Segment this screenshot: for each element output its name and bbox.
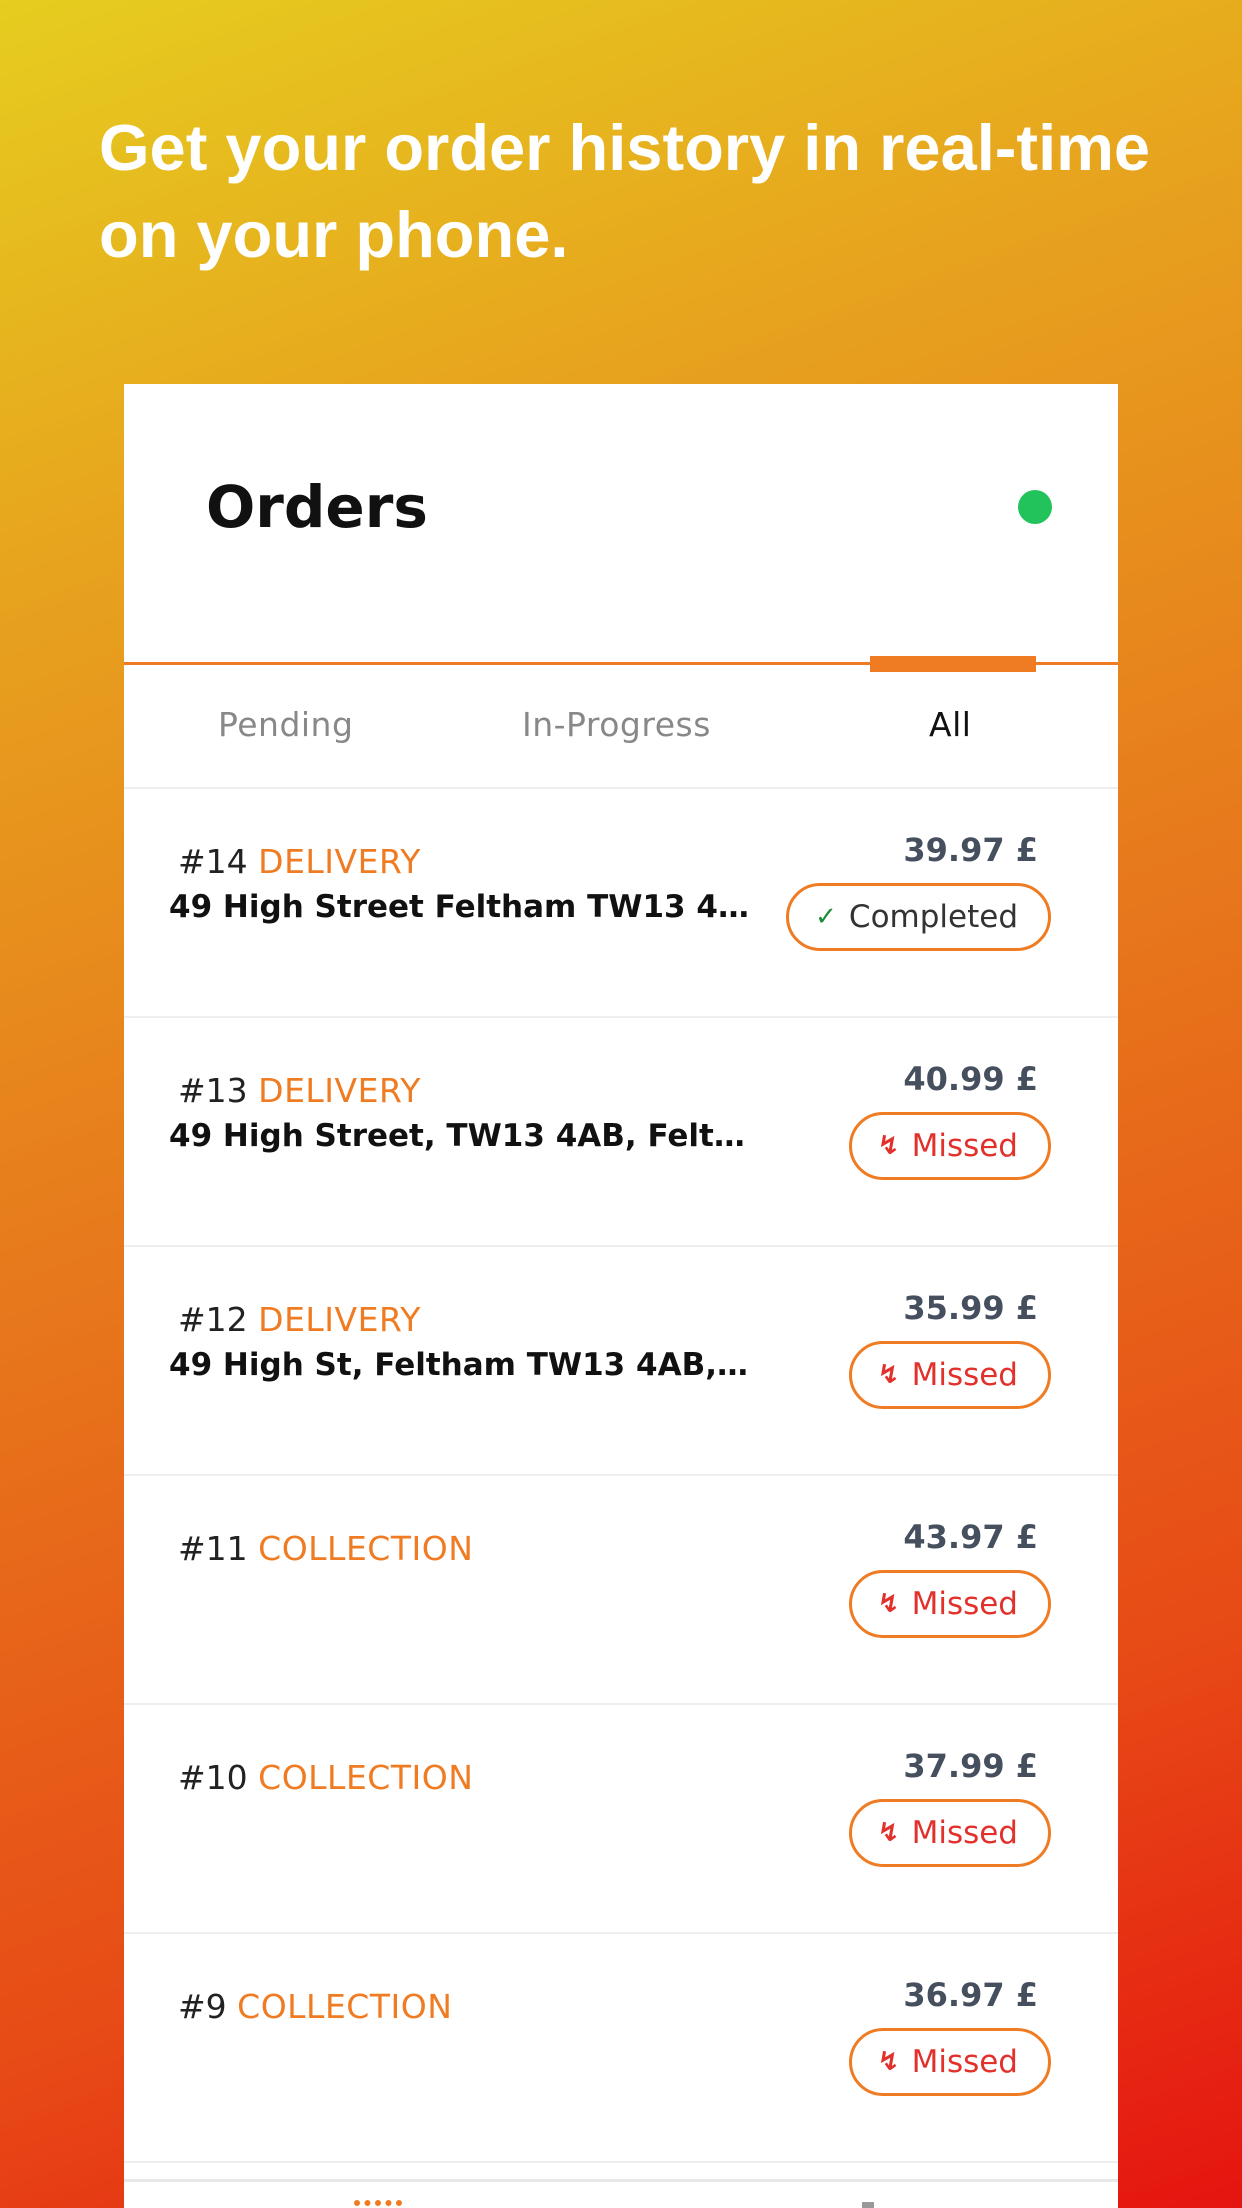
orders-header: Orders — [124, 384, 1118, 664]
status-label: Completed — [848, 899, 1018, 935]
missed-call-icon: ↯ — [877, 1589, 900, 1619]
order-heading: #9 COLLECTION — [178, 1987, 452, 2026]
order-type: COLLECTION — [258, 1758, 474, 1797]
order-price: 36.97 £ — [903, 1976, 1038, 2014]
order-number: #12 — [178, 1300, 248, 1339]
order-type: DELIVERY — [258, 1071, 421, 1110]
order-price: 35.99 £ — [903, 1289, 1038, 1327]
order-address: 49 High St, Feltham TW13 4AB,... — [169, 1347, 749, 1383]
status-badge[interactable]: ↯ Missed — [848, 1112, 1051, 1180]
status-label: Missed — [911, 2044, 1018, 2080]
status-label: Missed — [911, 1586, 1018, 1622]
order-row[interactable]: #12 DELIVERY 49 High St, Feltham TW13 4A… — [124, 1247, 1118, 1476]
order-price: 40.99 £ — [903, 1060, 1038, 1098]
order-type: DELIVERY — [258, 1300, 421, 1339]
status-label: Missed — [911, 1815, 1018, 1851]
order-type: DELIVERY — [258, 842, 421, 881]
check-icon: ✓ — [815, 902, 837, 932]
order-heading: #12 DELIVERY — [178, 1300, 421, 1339]
order-address: 49 High Street Feltham TW13 4... — [169, 889, 749, 925]
promo-headline: Get your order history in real-time on y… — [99, 111, 1151, 271]
status-badge[interactable]: ↯ Missed — [848, 1570, 1051, 1638]
order-number: #14 — [178, 842, 248, 881]
status-label: Missed — [911, 1128, 1018, 1164]
order-row[interactable]: #13 DELIVERY 49 High Street, TW13 4AB, F… — [124, 1018, 1118, 1247]
order-row[interactable]: #11 COLLECTION 43.97 £ ↯ Missed — [124, 1476, 1118, 1705]
tab-in-progress[interactable]: In-Progress — [522, 705, 711, 744]
page-title: Orders — [206, 473, 428, 541]
order-heading: #11 COLLECTION — [178, 1529, 473, 1568]
order-heading: #14 DELIVERY — [178, 842, 421, 881]
order-number: #10 — [178, 1758, 248, 1797]
status-badge[interactable]: ↯ Missed — [848, 2028, 1051, 2096]
status-badge[interactable]: ✓ Completed — [786, 883, 1051, 951]
tab-bar: Pending In-Progress All — [124, 665, 1118, 789]
order-price: 43.97 £ — [903, 1518, 1038, 1556]
order-address: 49 High Street, TW13 4AB, Felt... — [169, 1118, 749, 1154]
tab-pending[interactable]: Pending — [218, 705, 353, 744]
orders-screen: Orders Pending In-Progress All #14 DELIV… — [124, 384, 1118, 2208]
order-price: 39.97 £ — [903, 831, 1038, 869]
order-row[interactable]: #9 COLLECTION 36.97 £ ↯ Missed — [124, 1934, 1118, 2163]
orders-nav-icon[interactable] — [354, 2200, 402, 2208]
order-heading: #13 DELIVERY — [178, 1071, 421, 1110]
order-number: #13 — [178, 1071, 248, 1110]
missed-call-icon: ↯ — [877, 2047, 900, 2077]
orders-list: #14 DELIVERY 49 High Street Feltham TW13… — [124, 789, 1118, 2163]
order-price: 37.99 £ — [903, 1747, 1038, 1785]
online-status-indicator — [1018, 490, 1052, 524]
status-badge[interactable]: ↯ Missed — [848, 1341, 1051, 1409]
order-number: #11 — [178, 1529, 248, 1568]
bottom-navigation — [124, 2179, 1118, 2208]
missed-call-icon: ↯ — [877, 1818, 900, 1848]
order-number: #9 — [178, 1987, 227, 2026]
order-type: COLLECTION — [237, 1987, 453, 2026]
status-badge[interactable]: ↯ Missed — [848, 1799, 1051, 1867]
order-type: COLLECTION — [258, 1529, 474, 1568]
tab-all[interactable]: All — [929, 705, 971, 744]
order-heading: #10 COLLECTION — [178, 1758, 473, 1797]
status-label: Missed — [911, 1357, 1018, 1393]
order-row[interactable]: #10 COLLECTION 37.99 £ ↯ Missed — [124, 1705, 1118, 1934]
order-row[interactable]: #14 DELIVERY 49 High Street Feltham TW13… — [124, 789, 1118, 1018]
missed-call-icon: ↯ — [877, 1360, 900, 1390]
missed-call-icon: ↯ — [877, 1131, 900, 1161]
settings-nav-icon[interactable] — [862, 2202, 874, 2208]
